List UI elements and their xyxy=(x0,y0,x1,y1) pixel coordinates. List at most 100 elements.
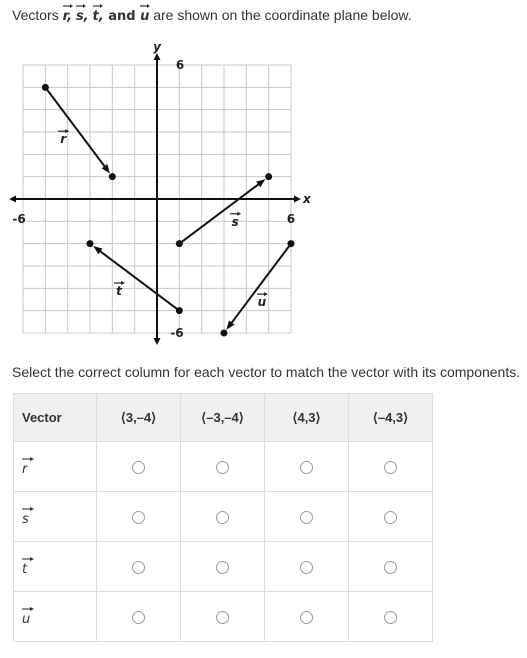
vector-label: u xyxy=(258,295,267,309)
radio-t-option-3[interactable] xyxy=(300,561,313,575)
table-header-row: Vector ⟨3,–4⟩ ⟨–3,–4⟩ ⟨4,3⟩ ⟨–4,3⟩ xyxy=(13,393,433,442)
x-min-tick-label: -6 xyxy=(12,212,25,226)
vector-row-name: s xyxy=(22,512,29,527)
coordinate-plane: x y -6 6 6 -6 r s t u xyxy=(9,40,312,345)
x-axis-left-arrow-icon xyxy=(9,195,17,203)
vector-row-name: r xyxy=(22,462,28,477)
vector-line xyxy=(44,86,107,169)
vector-arrow-icon xyxy=(140,4,151,8)
vector-line xyxy=(229,243,292,325)
radio-t-option-4[interactable] xyxy=(384,561,397,575)
prompt-suffix: are shown on the coordinate plane below. xyxy=(149,7,412,23)
header-col-3: ⟨4,3⟩ xyxy=(264,393,349,442)
table-row: s xyxy=(13,491,433,542)
option-cell xyxy=(264,441,349,492)
option-cell xyxy=(180,591,265,642)
prompt-prefix: Vectors xyxy=(12,7,63,23)
vector-cell: r xyxy=(13,441,97,492)
option-cell xyxy=(264,491,349,542)
vector-row-label: s xyxy=(22,506,34,527)
option-cell xyxy=(96,541,181,592)
header-col-4: ⟨–4,3⟩ xyxy=(348,393,433,442)
vector-line xyxy=(178,182,261,245)
vector-end-point xyxy=(108,173,116,181)
header-col-2: ⟨–3,–4⟩ xyxy=(180,393,265,442)
option-cell xyxy=(96,591,181,642)
header-vector: Vector xyxy=(13,393,97,442)
option-cell xyxy=(180,491,265,542)
option-cell xyxy=(348,541,433,592)
vector-label: t xyxy=(116,284,123,298)
vector-end-point xyxy=(220,329,228,337)
vector-start-point xyxy=(175,240,183,248)
option-cell xyxy=(348,591,433,642)
vector-arrow-icon xyxy=(22,607,34,611)
vector-start-point xyxy=(41,83,49,91)
vector-name-s: s, xyxy=(75,4,89,24)
option-cell xyxy=(96,491,181,542)
vector-arrow-icon xyxy=(22,457,34,461)
table-row: u xyxy=(13,591,433,642)
option-cell xyxy=(264,541,349,592)
radio-r-option-1[interactable] xyxy=(132,461,145,475)
radio-u-option-3[interactable] xyxy=(300,611,313,625)
vector-arrow-icon xyxy=(22,557,34,561)
radio-s-option-3[interactable] xyxy=(300,511,313,525)
vector-cell: s xyxy=(13,491,97,542)
vector-arrow-icon xyxy=(62,4,73,8)
y-min-tick-label: -6 xyxy=(170,326,183,340)
radio-u-option-4[interactable] xyxy=(384,611,397,625)
y-axis-down-arrow-icon xyxy=(153,337,161,345)
question-prompt: Vectors r, s, t, and u are shown on the … xyxy=(12,4,412,24)
vector-label-arrowhead-icon xyxy=(237,211,242,216)
vector-cell: u xyxy=(13,591,97,642)
option-cell xyxy=(180,441,265,492)
radio-t-option-1[interactable] xyxy=(132,561,145,575)
radio-t-option-2[interactable] xyxy=(216,561,229,575)
radio-r-option-3[interactable] xyxy=(300,461,313,475)
vector-cell: t xyxy=(13,541,97,592)
vector-name-t: t, xyxy=(92,4,104,24)
option-cell xyxy=(264,591,349,642)
vector-line xyxy=(98,249,180,312)
vector-arrow-icon xyxy=(92,4,103,8)
vector-arrow-icon xyxy=(22,507,34,511)
vector-end-point xyxy=(265,173,273,181)
vector-row-label: u xyxy=(22,606,34,627)
vector-start-point xyxy=(175,307,183,315)
x-axis-label: x xyxy=(302,192,312,206)
vector-label-arrowhead-icon xyxy=(121,281,126,286)
y-axis-up-arrow-icon xyxy=(153,53,161,61)
radio-s-option-2[interactable] xyxy=(216,511,229,525)
radio-r-option-4[interactable] xyxy=(384,461,397,475)
x-max-tick-label: 6 xyxy=(287,212,295,226)
header-col-1: ⟨3,–4⟩ xyxy=(96,393,181,442)
vector-name-r: r, xyxy=(62,4,73,24)
radio-u-option-2[interactable] xyxy=(216,611,229,625)
radio-s-option-4[interactable] xyxy=(384,511,397,525)
vector-arrow-icon xyxy=(75,4,86,8)
vector-end-point xyxy=(86,240,94,248)
table-row: r xyxy=(13,441,433,492)
option-cell xyxy=(96,441,181,492)
y-axis-label: y xyxy=(153,40,162,54)
option-cell xyxy=(348,441,433,492)
radio-u-option-1[interactable] xyxy=(132,611,145,625)
vector-row-label: r xyxy=(22,456,34,477)
instruction-text: Select the correct column for each vecto… xyxy=(12,364,521,380)
vector-row-name: u xyxy=(22,612,31,627)
match-table: Vector ⟨3,–4⟩ ⟨–3,–4⟩ ⟨4,3⟩ ⟨–4,3⟩ r s t u xyxy=(13,393,433,642)
x-axis-right-arrow-icon xyxy=(293,195,301,203)
vector-start-point xyxy=(287,240,295,248)
vector-name-u: u xyxy=(140,4,151,24)
option-cell xyxy=(348,491,433,542)
option-cell xyxy=(180,541,265,592)
prompt-and: and xyxy=(103,9,141,24)
radio-s-option-1[interactable] xyxy=(132,511,145,525)
vectors: r s t u xyxy=(41,83,295,337)
vector-row-name: t xyxy=(22,562,28,577)
vector-label: s xyxy=(232,215,239,229)
y-max-tick-label: 6 xyxy=(176,58,184,72)
radio-r-option-2[interactable] xyxy=(216,461,229,475)
vector-label: r xyxy=(60,132,67,146)
